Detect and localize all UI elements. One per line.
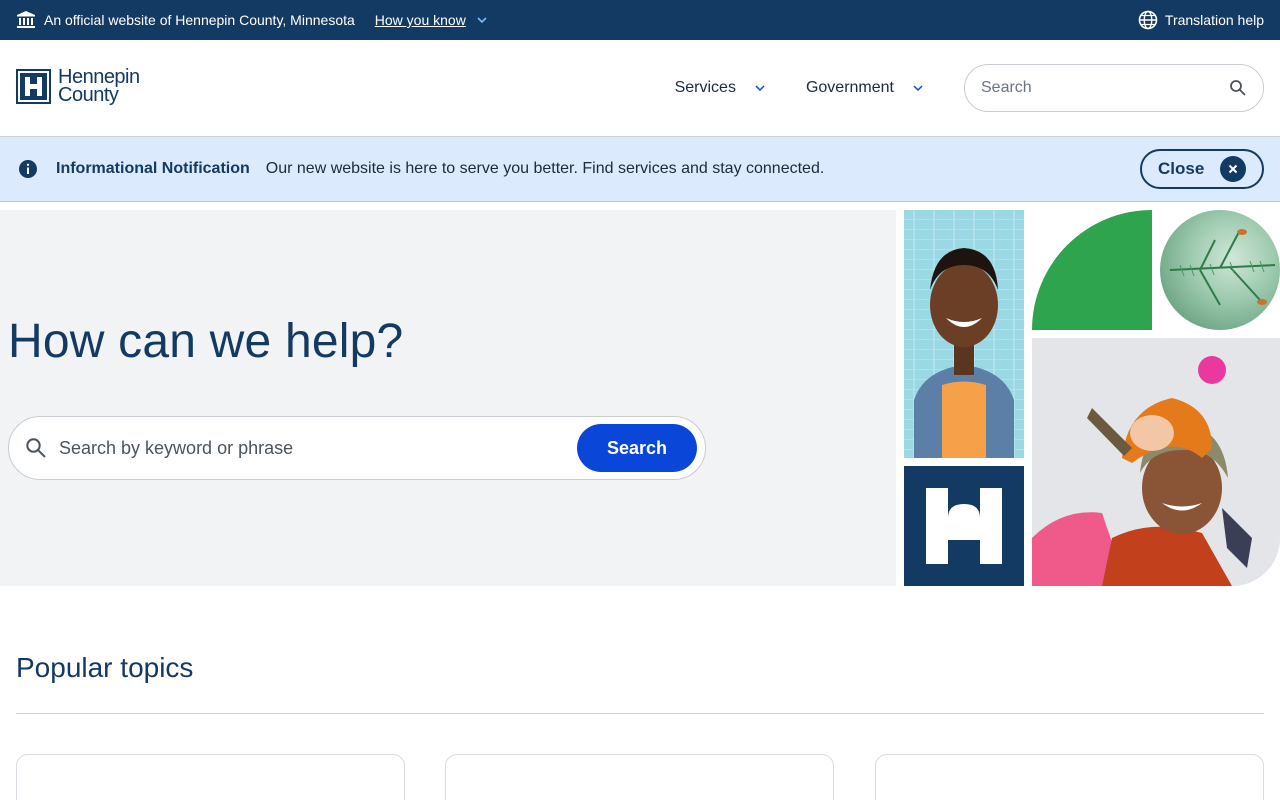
topic-card[interactable] xyxy=(16,754,405,800)
how-you-know-link[interactable]: How you know xyxy=(375,12,488,28)
translation-help-button[interactable]: Translation help xyxy=(1138,10,1264,30)
logo-wordmark: Hennepin County xyxy=(58,67,140,106)
info-icon xyxy=(19,160,37,178)
topic-card[interactable] xyxy=(875,754,1264,800)
hero-search-box: Search xyxy=(8,416,706,480)
hero-section: How can we help? Search xyxy=(0,210,896,586)
official-site-info: An official website of Hennepin County, … xyxy=(16,10,488,30)
chevron-down-icon xyxy=(913,85,923,92)
smiling-man-photo xyxy=(904,210,1024,458)
building-icon xyxy=(17,11,35,28)
search-icon[interactable] xyxy=(1229,79,1247,97)
close-notification-button[interactable]: Close xyxy=(1140,149,1264,189)
section-divider xyxy=(16,713,1264,714)
hero-search-button[interactable]: Search xyxy=(577,424,697,472)
nav-government-label: Government xyxy=(805,79,894,96)
header-search-box xyxy=(964,64,1264,112)
informational-notification: Informational Notification Our new websi… xyxy=(0,137,1280,202)
header-search-input[interactable] xyxy=(981,79,1229,97)
close-icon xyxy=(1220,156,1246,182)
popular-topics-heading: Popular topics xyxy=(16,652,194,683)
globe-icon xyxy=(1138,10,1158,30)
search-icon xyxy=(26,438,46,458)
hero-search-input[interactable] xyxy=(59,437,577,459)
notification-title: Informational Notification xyxy=(56,160,250,177)
notification-message: Our new website is here to serve you bet… xyxy=(265,160,825,177)
family-winter-photo xyxy=(1032,338,1280,586)
nav-services-label: Services xyxy=(674,79,736,96)
site-logo[interactable]: Hennepin County xyxy=(16,67,140,106)
nav-services[interactable]: Services xyxy=(675,79,766,97)
hero-heading: How can we help? xyxy=(8,315,404,368)
how-you-know-label: How you know xyxy=(374,12,466,28)
chevron-down-icon xyxy=(477,17,487,24)
pine-branch-photo xyxy=(1160,210,1280,330)
topic-card[interactable] xyxy=(445,754,834,800)
hennepin-h-logo-tile xyxy=(904,466,1024,586)
logo-line-2: County xyxy=(58,84,119,106)
site-header: Hennepin County Services Government xyxy=(0,40,1280,137)
chevron-down-icon xyxy=(755,85,765,92)
main-nav: Services Government xyxy=(675,64,1264,112)
hennepin-logo-mark xyxy=(16,68,51,104)
close-label: Close xyxy=(1158,159,1205,178)
official-site-banner: An official website of Hennepin County, … xyxy=(0,0,1280,40)
green-shape-tile xyxy=(1032,210,1152,330)
official-site-text: An official website of Hennepin County, … xyxy=(44,12,355,28)
translation-help-label: Translation help xyxy=(1164,12,1264,28)
nav-government[interactable]: Government xyxy=(806,79,924,97)
